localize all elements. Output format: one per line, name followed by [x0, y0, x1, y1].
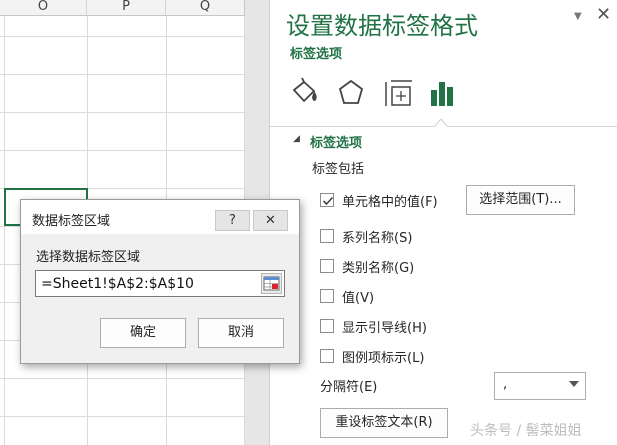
checkbox-label: 值(V)	[342, 291, 375, 306]
column-header-p[interactable]: P	[87, 0, 166, 16]
checkmark-icon	[322, 196, 334, 206]
row-line	[0, 378, 245, 379]
range-input[interactable]	[35, 270, 285, 297]
checkbox[interactable]	[320, 193, 334, 207]
section-title[interactable]: 标签选项	[310, 132, 362, 151]
checkbox[interactable]	[320, 289, 334, 303]
checkbox-label: 显示引导线(H)	[342, 321, 427, 336]
separator-label: 分隔符(E)	[320, 380, 378, 395]
range-select-icon	[263, 276, 280, 291]
separator-dropdown[interactable]: ,	[494, 372, 586, 400]
dialog-close-button[interactable]: ✕	[253, 210, 288, 231]
help-button[interactable]: ?	[215, 210, 250, 231]
row-line	[0, 150, 245, 151]
checkbox[interactable]	[320, 259, 334, 273]
pane-title: 设置数据标签格式	[286, 12, 478, 40]
checkbox[interactable]	[320, 319, 334, 333]
reset-label-text-button[interactable]: 重设标签文本(R)	[320, 408, 448, 438]
effects-tab[interactable]	[334, 76, 368, 110]
dialog-title: 数据标签区域	[32, 214, 111, 229]
format-data-labels-pane: 设置数据标签格式 ▼ ✕ 标签选项 ◢ 标签选项 标签包括 单元格中的值(F) …	[269, 0, 617, 445]
fill-line-tab[interactable]	[288, 76, 322, 110]
size-properties-icon	[385, 80, 412, 106]
row-line	[0, 36, 245, 37]
data-label-range-dialog: 数据标签区域 ? ✕ 选择数据标签区域 确定 取消	[20, 199, 300, 364]
row-line	[0, 74, 245, 75]
label-options-tab[interactable]	[426, 76, 460, 110]
grid-line	[4, 16, 5, 445]
select-range-button[interactable]: 选择范围(T)...	[466, 185, 575, 215]
bar-chart-icon	[431, 82, 453, 106]
watermark: 头条号 / 髻菜姐姐	[470, 423, 582, 439]
close-icon[interactable]: ✕	[596, 4, 611, 25]
collapse-dialog-button[interactable]	[261, 273, 282, 294]
pentagon-icon	[338, 79, 364, 104]
checkbox-label: 类别名称(G)	[342, 261, 415, 276]
label-contains-heading: 标签包括	[312, 162, 365, 177]
dialog-prompt: 选择数据标签区域	[36, 250, 141, 265]
pane-subtitle[interactable]: 标签选项	[290, 43, 342, 62]
separator-value: ,	[503, 377, 508, 392]
checkbox-label: 系列名称(S)	[342, 231, 413, 246]
row-line	[0, 416, 245, 417]
column-header-o[interactable]: O	[0, 0, 87, 16]
active-tab-pointer	[434, 118, 448, 127]
row-line	[0, 112, 245, 113]
size-properties-tab[interactable]	[382, 76, 416, 110]
checkbox[interactable]	[320, 229, 334, 243]
chevron-down-icon	[569, 381, 579, 387]
pane-options-dropdown-icon[interactable]: ▼	[574, 11, 582, 22]
collapse-triangle-icon[interactable]: ◢	[293, 134, 300, 144]
ok-button[interactable]: 确定	[100, 318, 186, 348]
cancel-button[interactable]: 取消	[198, 318, 284, 348]
checkbox[interactable]	[320, 349, 334, 363]
column-header-q[interactable]: Q	[166, 0, 245, 16]
checkbox-label: 图例项标示(L)	[342, 351, 425, 366]
checkbox-label: 单元格中的值(F)	[342, 195, 438, 210]
fill-bucket-icon	[292, 77, 317, 103]
